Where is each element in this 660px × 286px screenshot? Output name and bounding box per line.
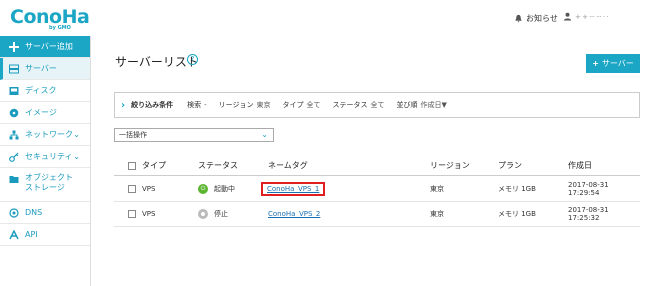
top-header: ConoHa by GMO お知らせ + + ··· ··· · ·	[0, 0, 660, 36]
row-status: 停止	[198, 202, 228, 226]
filter-key: リージョン	[218, 101, 254, 109]
col-status[interactable]: ステータス	[198, 156, 238, 175]
page-title: サーバーリスト	[115, 55, 199, 69]
help-icon[interactable]: ?	[187, 54, 198, 65]
col-created[interactable]: 作成日	[568, 156, 592, 175]
row-region: 東京	[430, 210, 444, 218]
sidebar-item-label-line2: ストレージ	[25, 183, 65, 192]
user-icon	[563, 12, 572, 21]
filter-value: 全て	[306, 101, 321, 109]
col-name[interactable]: ネームタグ	[268, 156, 308, 175]
checkbox[interactable]	[128, 161, 136, 170]
sidebar-item-label: ネットワーク	[25, 130, 73, 139]
sidebar-item-api[interactable]: API	[0, 224, 90, 246]
api-icon	[8, 229, 19, 240]
sidebar-item-label: イメージ	[25, 108, 57, 117]
notice-link[interactable]: お知らせ	[514, 13, 558, 24]
sidebar-item-label: DNS	[25, 208, 43, 217]
filter-value: -	[204, 101, 207, 109]
sidebar-item-label: オブジェクト	[25, 173, 73, 182]
filter-value: 全て	[370, 101, 385, 109]
sidebar-item-label: ディスク	[25, 86, 57, 95]
col-region[interactable]: リージョン	[430, 156, 470, 175]
row-type: VPS	[142, 210, 156, 218]
filter-title: 絞り込み条件	[131, 101, 174, 109]
sidebar-item-disk[interactable]: ディスク	[0, 80, 90, 102]
checkbox[interactable]	[128, 210, 136, 218]
sidebar-item-dns[interactable]: DNS	[0, 202, 90, 224]
row-name: ConoHa_VPS_1	[261, 177, 326, 201]
row-plan: メモリ 1GB	[498, 210, 536, 218]
sidebar-item-security[interactable]: セキュリティ ⌄	[0, 146, 90, 168]
row-name: ConoHa_VPS_2	[268, 202, 320, 226]
checkbox[interactable]	[128, 185, 136, 193]
network-icon	[8, 129, 19, 140]
row-created: 2017-08-31 17:25:32	[568, 206, 609, 222]
power-off-icon	[198, 209, 208, 219]
sidebar-item-image[interactable]: イメージ	[0, 102, 90, 124]
bulk-action-select[interactable]: 一括操作 ⌄	[114, 128, 274, 142]
power-on-icon: ⏻	[198, 184, 208, 194]
row-checkbox[interactable]	[128, 177, 136, 201]
sidebar-item-network[interactable]: ネットワーク ⌄	[0, 124, 90, 146]
row-region: 東京	[430, 185, 444, 193]
sidebar-item-label: API	[25, 230, 38, 239]
sidebar-item-object-storage[interactable]: オブジェクト ストレージ	[0, 168, 90, 202]
filter-key: タイプ	[282, 101, 304, 109]
col-type[interactable]: タイプ	[142, 156, 166, 175]
sidebar-item-server[interactable]: サーバー	[0, 58, 90, 80]
key-icon	[8, 151, 19, 162]
sidebar-item-add-server[interactable]: サーバー追加	[0, 36, 90, 58]
image-icon	[8, 107, 19, 118]
server-name-link[interactable]: ConoHa_VPS_2	[268, 210, 320, 218]
filter-key: 検索	[187, 101, 202, 109]
row-checkbox[interactable]	[128, 202, 136, 226]
bell-icon	[515, 14, 522, 23]
add-server-label: サーバー	[601, 59, 634, 68]
chevron-right-icon[interactable]: ›	[121, 100, 125, 111]
chevron-down-icon: ⌄	[261, 130, 268, 139]
filter-value: 作成日▼	[420, 101, 447, 109]
sidebar-item-label: サーバー	[25, 64, 57, 73]
chevron-down-icon: ⌄	[73, 130, 80, 139]
plus-icon	[8, 41, 19, 52]
sidebar: サーバー追加 サーバー ディスク イメージ ネットワーク ⌄ セキュリティ ⌄ …	[0, 36, 91, 286]
server-icon	[8, 63, 19, 74]
dns-icon	[8, 207, 19, 218]
sidebar-item-label: セキュリティ	[25, 152, 73, 161]
filter-bar[interactable]: › 絞り込み条件 検索 - リージョン 東京 タイプ 全て ステータス 全て 並…	[114, 92, 640, 118]
table-row[interactable]: VPS 停止 ConoHa_VPS_2 東京 メモリ 1GB 2017-08-3…	[114, 202, 640, 227]
plus-icon: +	[592, 59, 599, 68]
server-name-link[interactable]: ConoHa_VPS_1	[261, 182, 326, 196]
row-status: ⏻ 起動中	[198, 177, 235, 201]
add-server-button[interactable]: + サーバー	[586, 54, 640, 73]
notice-label: お知らせ	[526, 14, 558, 23]
status-label: 起動中	[214, 185, 235, 193]
disk-icon	[8, 85, 19, 96]
filter-key: 並び順	[396, 101, 418, 109]
user-menu[interactable]: + + ··· ··· · ·	[563, 12, 609, 21]
row-type: VPS	[142, 185, 156, 193]
table-row[interactable]: VPS ⏻ 起動中 ConoHa_VPS_1 東京 メモリ 1GB 2017-0…	[114, 177, 640, 202]
row-plan: メモリ 1GB	[498, 185, 536, 193]
col-plan[interactable]: プラン	[498, 156, 522, 175]
sidebar-item-label-group: オブジェクト ストレージ	[25, 173, 73, 193]
chevron-down-icon: ⌄	[73, 152, 80, 161]
row-created: 2017-08-31 17:29:54	[568, 181, 609, 197]
folder-icon	[8, 173, 19, 184]
logo-subtitle: by GMO	[49, 25, 71, 31]
select-all-checkbox[interactable]	[128, 156, 136, 175]
sidebar-item-label: サーバー追加	[25, 42, 73, 51]
filter-key: ステータス	[332, 101, 368, 109]
filter-value: 東京	[256, 101, 271, 109]
table-header: タイプ ステータス ネームタグ リージョン プラン 作成日	[114, 156, 640, 176]
status-label: 停止	[214, 210, 228, 218]
user-name: + + ··· ··· · ·	[575, 12, 609, 21]
bulk-action-label: 一括操作	[119, 131, 147, 139]
